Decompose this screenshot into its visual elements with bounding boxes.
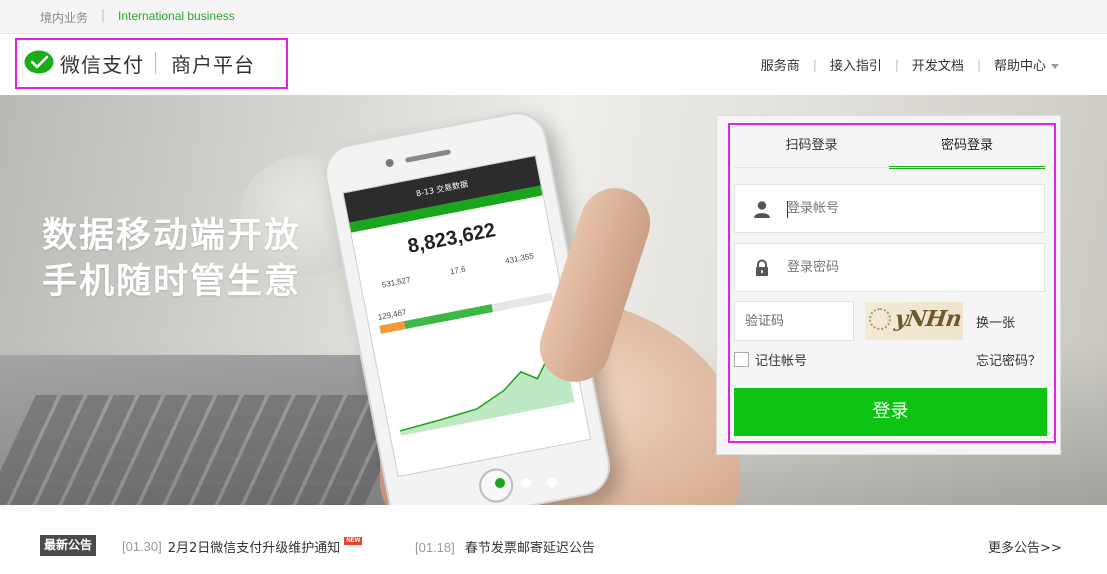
top-bar: 境内业务 | International business [0,0,1107,34]
notice-title[interactable]: 春节发票邮寄延迟公告 [465,541,595,556]
notice-item[interactable]: [01.30] 2月2日微信支付升级维护通知 NEW [122,536,363,556]
header: 微信支付 商户平台 服务商 | 接入指引 | 开发文档 | 帮助中心 [0,34,1107,95]
notice-title[interactable]: 2月2日微信支付升级维护通知 [168,537,341,556]
nav-separator: | [894,57,899,72]
chevron-down-icon [1051,64,1059,69]
nav-item-help-center[interactable]: 帮助中心 [994,55,1059,74]
platform-name[interactable]: 商户平台 [171,49,255,78]
domestic-business-link[interactable]: 境内业务 [40,9,88,26]
nav-item-dev-docs[interactable]: 开发文档 [912,55,964,74]
slogan-line-1: 数据移动端开放 [42,216,302,256]
new-badge: NEW [344,536,363,545]
carousel-dot-2[interactable] [521,478,531,488]
banner-slogan: 数据移动端开放 手机随时管生意 [42,213,301,305]
topbar-divider: | [101,8,106,22]
nav-item-service-provider[interactable]: 服务商 [761,55,800,74]
phone-bar-value: 129,467 [377,307,408,322]
carousel-dot-3[interactable] [547,478,557,488]
main-nav: 服务商 | 接入指引 | 开发文档 | 帮助中心 [761,55,1059,74]
phone-progress-fill-2 [379,321,406,334]
carousel-dot-1[interactable] [495,478,505,488]
phone-stat: 531,527 [381,275,412,290]
slogan-line-2: 手机随时管生意 [42,262,302,302]
notice-item[interactable]: [01.18] 春节发票邮寄延迟公告 [415,537,595,556]
nav-separator: | [812,57,817,72]
login-highlight-box [728,123,1056,443]
notice-bar: 最新公告 [01.30] 2月2日微信支付升级维护通知 NEW [01.18] … [0,505,1107,574]
phone-speaker [404,149,452,163]
nav-item-integration-guide[interactable]: 接入指引 [830,55,882,74]
phone-stat: 431,355 [504,251,535,266]
nav-item-help-center-label: 帮助中心 [993,59,1046,74]
logo-divider [155,52,156,74]
latest-notice-badge: 最新公告 [40,535,97,556]
phone-camera [384,158,395,168]
phone-stat: 17.6 [449,264,467,277]
more-notices-link[interactable]: 更多公告>> [988,537,1062,556]
carousel-indicators [495,478,573,488]
wechat-pay-logo-icon[interactable] [24,50,54,76]
international-business-link[interactable]: International business [118,9,235,23]
nav-separator: | [976,57,981,72]
brand-name[interactable]: 微信支付 [60,49,144,78]
notice-date: [01.30] [122,539,162,554]
notice-date: [01.18] [415,540,455,555]
keyboard-decoration [0,395,416,505]
